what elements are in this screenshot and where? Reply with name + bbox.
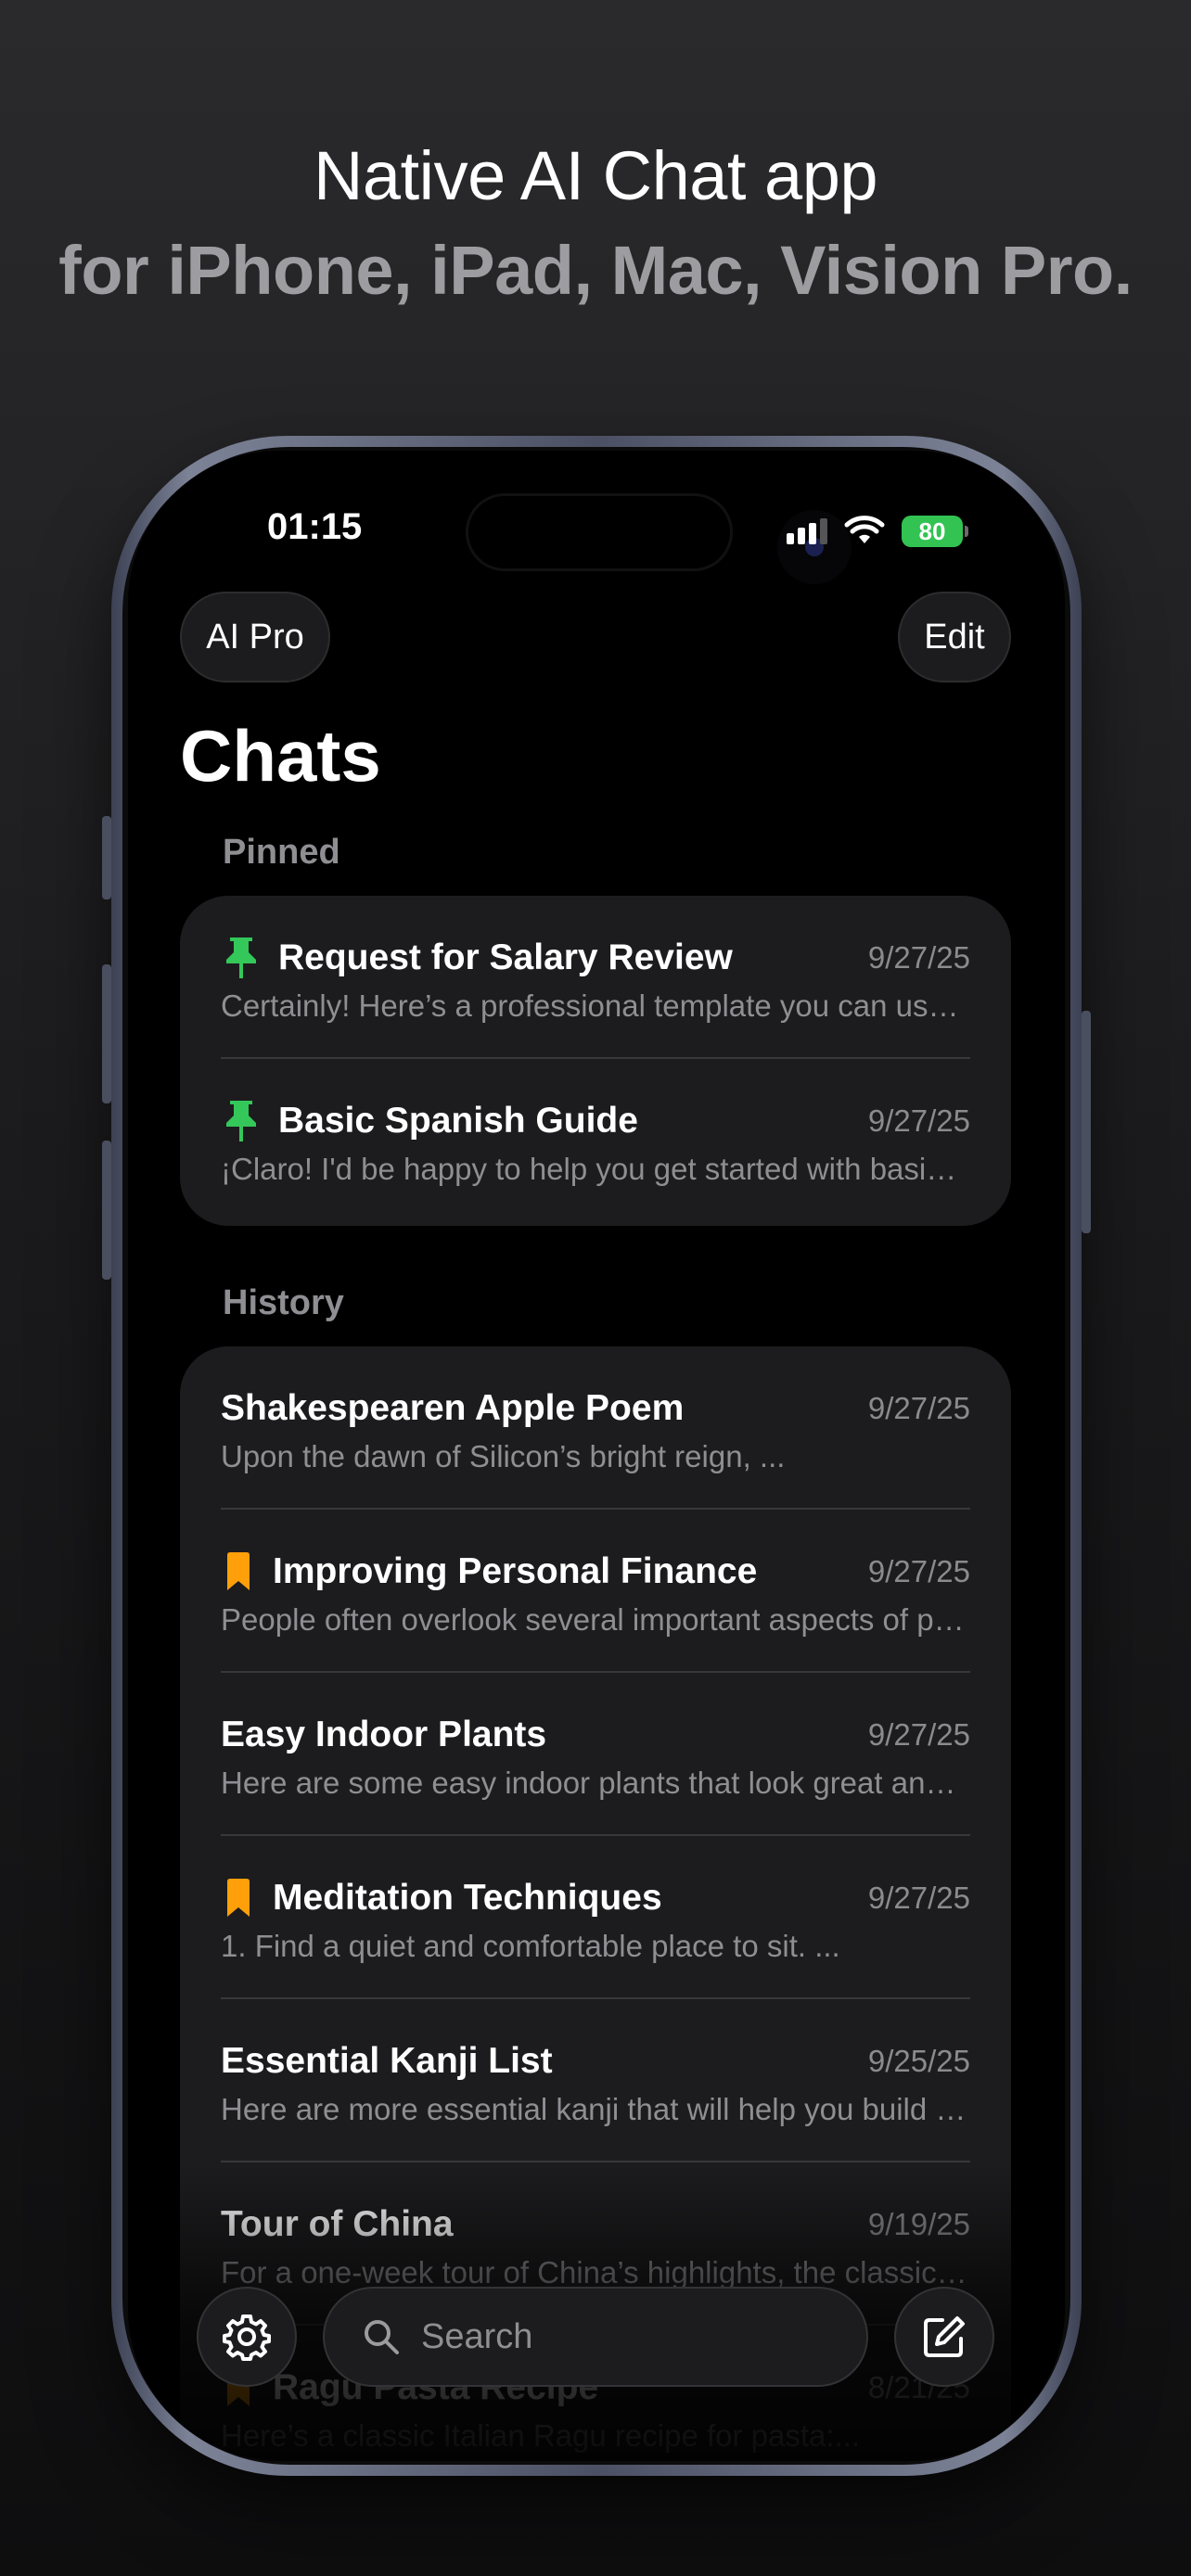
promo-headline: Native AI Chat app for iPhone, iPad, Mac… (0, 130, 1191, 319)
list-item[interactable]: Request for Salary Review 9/27/25 Certai… (180, 896, 1011, 1059)
edit-button[interactable]: Edit (898, 592, 1011, 682)
chat-date: 9/19/25 (867, 2207, 970, 2241)
volume-down-button (102, 1141, 111, 1280)
status-time: 01:15 (267, 506, 363, 547)
pinned-list: Request for Salary Review 9/27/25 Certai… (180, 896, 1011, 1226)
list-item[interactable]: Meditation Techniques 9/27/25 1. Find a … (180, 1836, 1011, 1999)
chat-title: Easy Indoor Plants (221, 1715, 547, 1754)
chat-preview: People often overlook several important … (221, 1602, 970, 1637)
page-title: Chats (180, 715, 381, 797)
chat-date: 9/27/25 (867, 1103, 970, 1138)
chat-date: 9/27/25 (867, 1391, 970, 1425)
chat-preview: Certainly! Here’s a professional templat… (221, 988, 970, 1023)
ai-pro-button[interactable]: AI Pro (180, 592, 330, 682)
compose-button[interactable] (894, 2287, 994, 2387)
chat-title: Request for Salary Review (278, 937, 733, 977)
chat-date: 9/27/25 (867, 1554, 970, 1588)
pin-icon (221, 1098, 262, 1144)
wifi-icon (844, 516, 885, 543)
list-item[interactable]: Improving Personal Finance 9/27/25 Peopl… (180, 1510, 1011, 1673)
chat-preview: 1. Find a quiet and comfortable place to… (221, 1929, 840, 1963)
chat-preview: Here are more essential kanji that will … (221, 2092, 970, 2126)
phone-screen: 01:15 80 AI Pro Edit Chats Pinned Reques… (128, 451, 1065, 2461)
battery-icon: 80 (902, 516, 968, 547)
pinned-section-label: Pinned (223, 833, 340, 872)
chat-date: 9/27/25 (867, 1881, 970, 1915)
chat-preview: Here are some easy indoor plants that lo… (221, 1766, 970, 1800)
dynamic-island (466, 493, 733, 571)
headline-line-2: for iPhone, iPad, Mac, Vision Pro. (58, 232, 1133, 309)
chat-preview: ¡Claro! I'd be happy to help you get sta… (221, 1152, 970, 1186)
action-button (102, 816, 111, 899)
bookmark-icon (221, 1549, 256, 1594)
chat-preview: Here’s a classic Italian Ragu recipe for… (221, 2418, 861, 2453)
chat-title: Shakespearen Apple Poem (221, 1388, 685, 1428)
chat-title: Improving Personal Finance (273, 1551, 758, 1591)
compose-icon (924, 2316, 965, 2357)
chat-preview: Upon the dawn of Silicon’s bright reign,… (221, 1439, 786, 1473)
history-section-label: History (223, 1283, 344, 1322)
headline-line-1: Native AI Chat app (313, 137, 878, 214)
chat-title: Essential Kanji List (221, 2041, 553, 2081)
chat-preview: For a one-week tour of China’s highlight… (221, 2255, 970, 2289)
list-item[interactable]: Shakespearen Apple Poem 9/27/25 Upon the… (180, 1346, 1011, 1510)
list-item[interactable]: Basic Spanish Guide 9/27/25 ¡Claro! I'd … (180, 1059, 1011, 1222)
search-field[interactable]: Search (323, 2287, 868, 2387)
settings-button[interactable] (197, 2287, 297, 2387)
status-icons: 80 (787, 508, 968, 555)
list-item[interactable]: Essential Kanji List 9/25/25 Here are mo… (180, 1999, 1011, 2162)
search-placeholder: Search (421, 2316, 533, 2356)
battery-level: 80 (918, 516, 946, 545)
chat-title: Tour of China (221, 2204, 454, 2244)
gear-icon (223, 2315, 271, 2361)
volume-up-button (102, 964, 111, 1103)
bookmark-icon (221, 1876, 256, 1920)
chat-title: Basic Spanish Guide (278, 1101, 638, 1141)
pin-icon (221, 935, 262, 981)
chat-date: 9/27/25 (867, 1717, 970, 1752)
chat-date: 9/25/25 (867, 2044, 970, 2078)
chat-title: Meditation Techniques (273, 1878, 662, 1918)
chat-date: 9/27/25 (867, 940, 970, 975)
power-button (1082, 1011, 1091, 1233)
list-item[interactable]: Easy Indoor Plants 9/27/25 Here are some… (180, 1673, 1011, 1836)
signal-icon (787, 518, 827, 544)
search-icon (365, 2320, 399, 2354)
